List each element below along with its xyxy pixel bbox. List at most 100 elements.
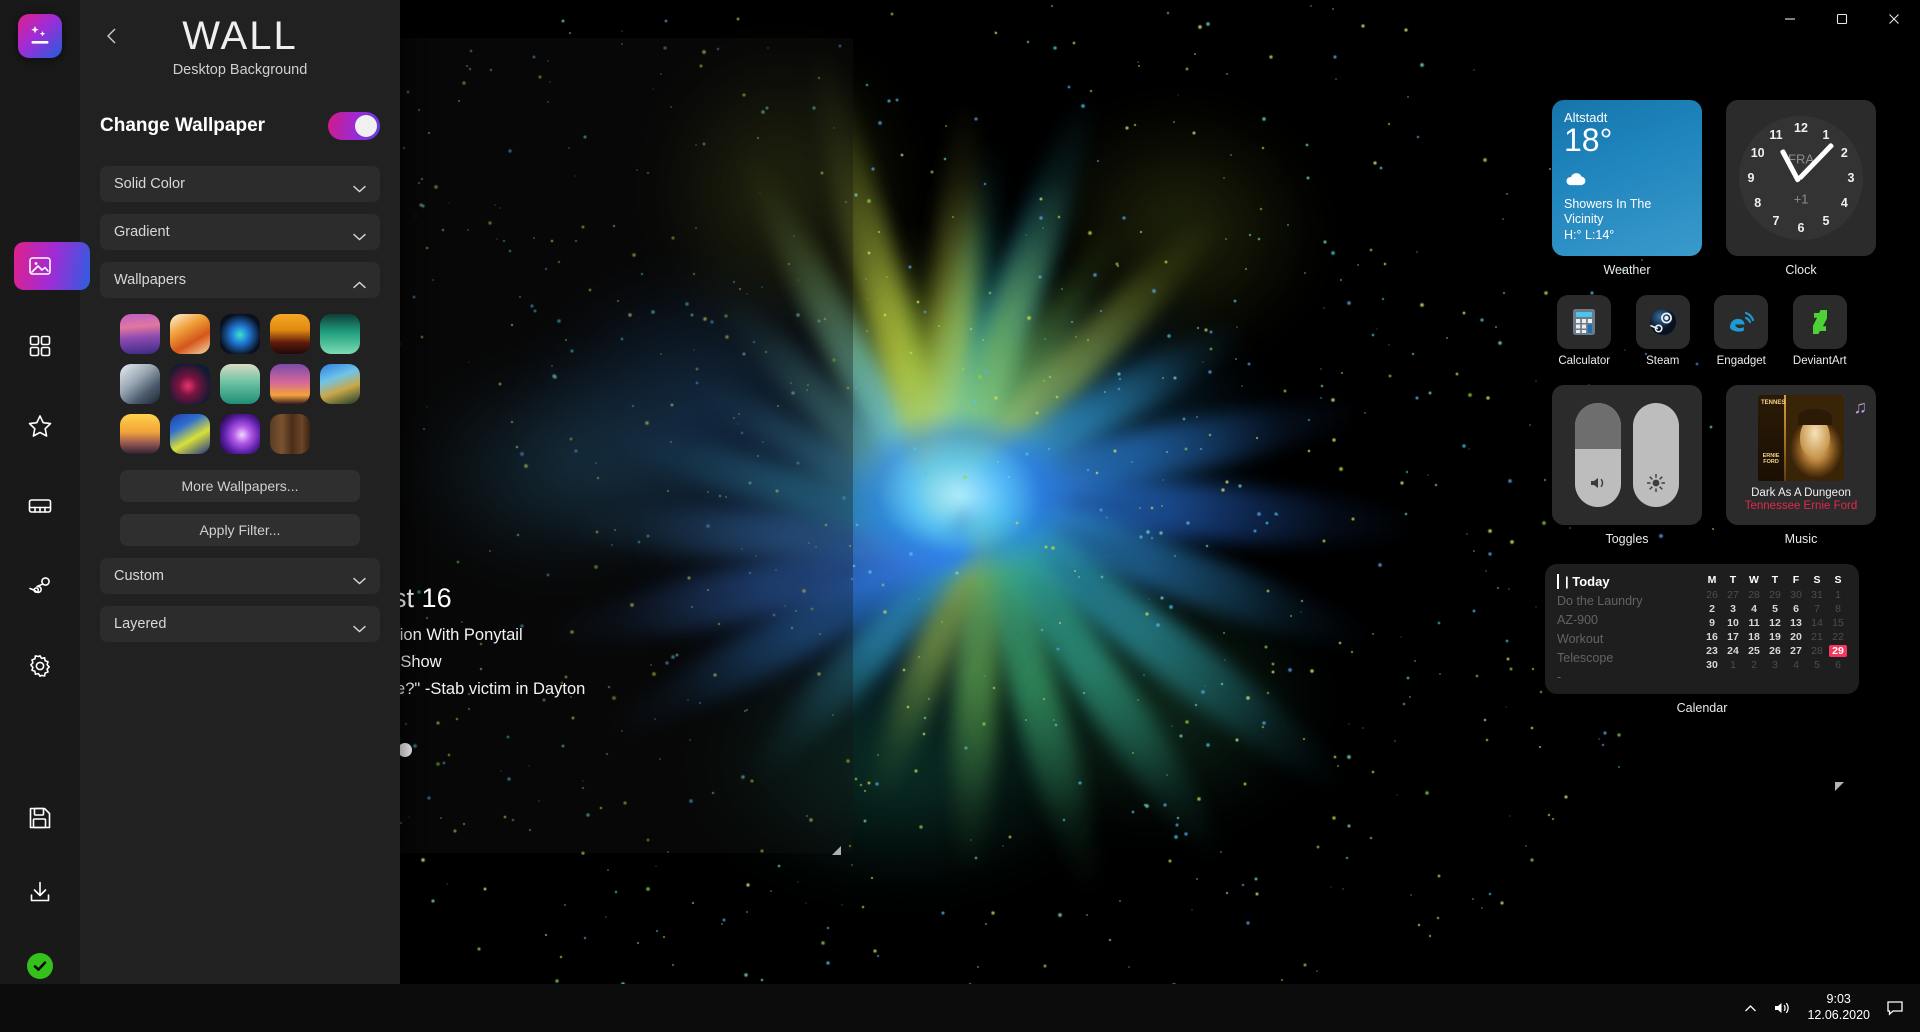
calendar-day[interactable]: 4 [1745,603,1763,615]
app-tile[interactable] [1792,295,1847,349]
rail-item-download[interactable] [0,864,80,920]
more-wallpapers-button[interactable]: More Wallpapers... [120,470,360,502]
thumbnail-red-ink-bloom[interactable] [170,364,210,404]
thumbnail-blue-lake-pagoda[interactable] [320,364,360,404]
calendar-day[interactable]: 12 [1766,617,1784,629]
calendar-card[interactable]: | Today Do the Laundry AZ-900 Workout Teles… [1545,564,1859,694]
thumbnail-wood-texture[interactable] [270,414,310,454]
toggles-card[interactable] [1552,385,1702,525]
calendar-day[interactable]: 18 [1745,631,1763,643]
taskbar-clock[interactable]: 9:03 12.06.2020 [1807,992,1870,1023]
clock-widget[interactable]: FRA +1 12 1 2 3 4 5 6 7 8 9 10 11 Clock [1726,100,1876,277]
calendar-day[interactable]: 16 [1703,631,1721,643]
rail-item-favorites[interactable] [0,398,80,454]
clock-card[interactable]: FRA +1 12 1 2 3 4 5 6 7 8 9 10 11 [1726,100,1876,256]
app-shortcut-deviantart[interactable]: DeviantArt [1788,295,1853,367]
calendar-day[interactable]: 6 [1787,603,1805,615]
show-hidden-icons-button[interactable] [1744,1004,1757,1013]
section-solid-color[interactable]: Solid Color [100,166,380,202]
section-wallpapers[interactable]: Wallpapers [100,262,380,298]
thumbnail-yellow-blue-ridge[interactable] [170,414,210,454]
calendar-day[interactable]: 9 [1703,617,1721,629]
calendar-day[interactable]: 21 [1808,631,1826,643]
calendar-day[interactable]: 14 [1808,617,1826,629]
app-tile[interactable] [1557,295,1612,349]
calendar-day[interactable]: 8 [1829,603,1847,615]
calendar-day[interactable]: 1 [1724,659,1742,671]
calendar-day[interactable]: 17 [1724,631,1742,643]
calendar-day[interactable]: 20 [1787,631,1805,643]
calendar-day[interactable]: 31 [1808,589,1826,601]
calendar-day[interactable]: 22 [1829,631,1847,643]
thumbnail-white-smoke-swirl[interactable] [120,364,160,404]
calendar-day[interactable]: 1 [1829,589,1847,601]
minimize-button[interactable] [1764,0,1816,38]
section-custom[interactable]: Custom [100,558,380,594]
brightness-toggle-slider[interactable] [1633,403,1679,507]
app-shortcut-engadget[interactable]: Engadget [1709,295,1774,367]
rail-item-save[interactable] [0,790,80,846]
calendar-day[interactable]: 24 [1724,645,1742,657]
toggles-widget[interactable]: Toggles [1552,385,1702,546]
thumbnail-teal-aurora-field[interactable] [320,314,360,354]
calendar-day[interactable]: 30 [1787,589,1805,601]
thumbnail-golden-horizon[interactable] [120,414,160,454]
thumbnail-pink-dusk-mountains[interactable] [120,314,160,354]
calendar-widget[interactable]: | Today Do the Laundry AZ-900 Workout Teles… [1545,564,1859,715]
music-card[interactable]: ♫ TENNESSEE ERNIE FORD Dark As A Dungeon… [1726,385,1876,525]
calendar-day[interactable]: 2 [1703,603,1721,615]
app-shortcut-steam[interactable]: Steam [1631,295,1696,367]
app-shortcut-calculator[interactable]: Calculator [1552,295,1617,367]
calendar-day[interactable]: 30 [1703,659,1721,671]
calendar-day[interactable]: 5 [1808,659,1826,671]
calendar-day[interactable]: 2 [1745,659,1763,671]
calendar-day[interactable]: 4 [1787,659,1805,671]
calendar-day[interactable]: 7 [1808,603,1826,615]
calendar-day-today[interactable]: 29 [1829,645,1847,657]
weather-card[interactable]: Altstadt 18° Showers In The Vicinity H:°… [1552,100,1702,256]
maximize-button[interactable] [1816,0,1868,38]
music-widget[interactable]: ♫ TENNESSEE ERNIE FORD Dark As A Dungeon… [1726,385,1876,546]
calendar-day[interactable]: 23 [1703,645,1721,657]
thumbnail-violet-glow-burst[interactable] [220,414,260,454]
calendar-day[interactable]: 19 [1766,631,1784,643]
action-center-button[interactable] [1886,1000,1904,1016]
calendar-day[interactable]: 11 [1745,617,1763,629]
section-layered[interactable]: Layered [100,606,380,642]
thumbnail-mint-grass-field[interactable] [220,364,260,404]
calendar-day[interactable]: 6 [1829,659,1847,671]
calendar-day[interactable]: 5 [1766,603,1784,615]
app-tile[interactable] [1635,295,1690,349]
calendar-day[interactable]: 13 [1787,617,1805,629]
change-wallpaper-toggle[interactable] [328,112,380,140]
apply-filter-button[interactable]: Apply Filter... [120,514,360,546]
rail-item-settings[interactable] [0,638,80,694]
thumbnail-purple-sunset-field[interactable] [270,364,310,404]
volume-tray-button[interactable] [1773,1000,1791,1016]
calendar-day[interactable]: 26 [1766,645,1784,657]
rail-item-steam[interactable] [0,558,80,614]
rail-item-tiles[interactable] [0,318,80,374]
volume-toggle-slider[interactable] [1575,403,1621,507]
calendar-day[interactable]: 28 [1808,645,1826,657]
calendar-day[interactable]: 25 [1745,645,1763,657]
news-pagination-dot[interactable] [398,743,412,757]
calendar-day[interactable]: 3 [1724,603,1742,615]
calendar-day[interactable]: 27 [1724,589,1742,601]
weather-widget[interactable]: Altstadt 18° Showers In The Vicinity H:°… [1552,100,1702,277]
app-logo-icon[interactable] [18,14,62,58]
calendar-day[interactable]: 10 [1724,617,1742,629]
app-tile[interactable] [1714,295,1769,349]
thumbnail-orange-marble[interactable] [170,314,210,354]
calendar-day[interactable]: 3 [1766,659,1784,671]
rail-item-wallpaper[interactable] [0,238,90,294]
section-gradient[interactable]: Gradient [100,214,380,250]
thumbnail-blue-green-burst[interactable] [220,314,260,354]
board-resize-handle[interactable] [1835,782,1844,791]
close-button[interactable] [1868,0,1920,38]
back-button[interactable] [98,22,126,50]
calendar-day[interactable]: 15 [1829,617,1847,629]
calendar-day[interactable]: 26 [1703,589,1721,601]
calendar-day[interactable]: 29 [1766,589,1784,601]
thumbnail-amber-ridge[interactable] [270,314,310,354]
